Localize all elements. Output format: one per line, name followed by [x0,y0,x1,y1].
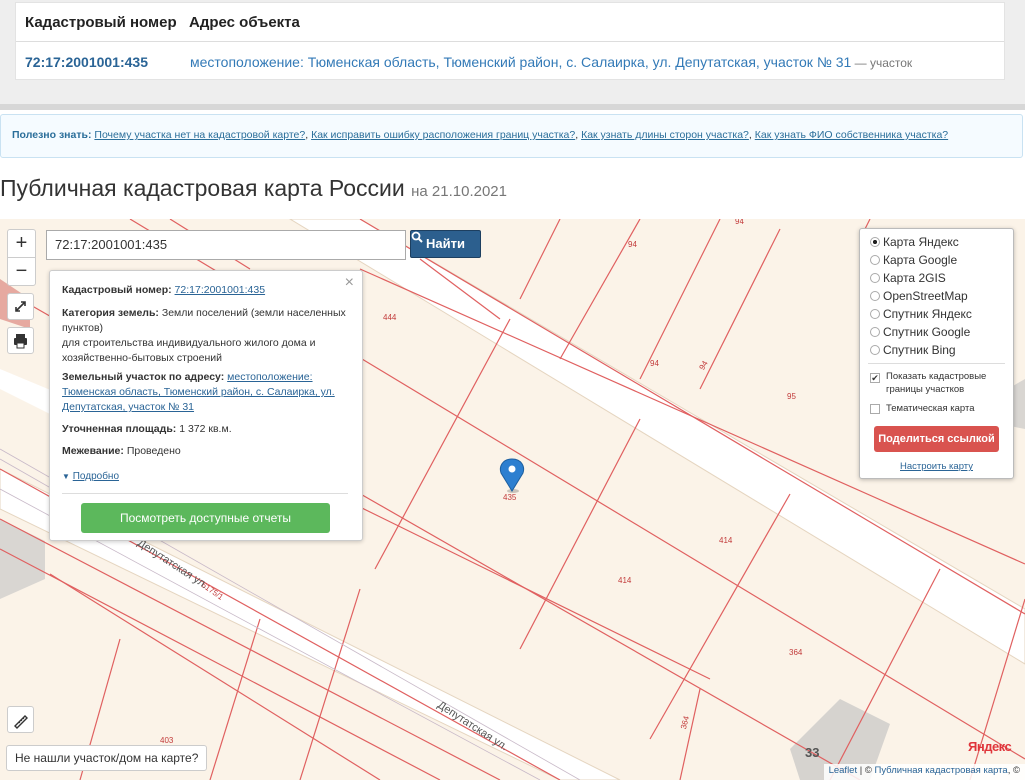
yandex-logo: Яндекс [968,739,1012,754]
popup-area-value: 1 372 кв.м. [179,423,232,435]
faq-link-missing[interactable]: Почему участка нет на кадастровой карте? [94,129,305,141]
map-label-94b: 94 [650,359,659,368]
popup-divider [62,493,348,494]
popup-cad-label: Кадастровый номер: [62,284,172,296]
faq-link-owner[interactable]: Как узнать ФИО собственника участка? [755,129,948,141]
thematic-label: Тематическая карта [886,403,975,414]
share-link-button[interactable]: Поделиться ссылкой [874,426,999,452]
radio-icon[interactable] [870,273,880,283]
map-label-435: 435 [503,493,517,502]
useful-label: Полезно знать: [12,129,92,141]
attribution-tail: , © [1007,765,1020,776]
print-icon [14,334,27,349]
popup-area-row: Уточненная площадь: 1 372 кв.м. [62,422,347,437]
fullscreen-button[interactable] [7,293,34,320]
useful-info-bar: Полезно знать: Почему участка нет на кад… [0,114,1023,158]
caret-down-icon: ▼ [62,472,70,481]
page-title: Публичная кадастровая карта России на 21… [0,175,507,202]
cadastral-number-link[interactable]: 72:17:2001001:435 [25,54,148,70]
zoom-out-button[interactable]: − [7,257,36,286]
object-type: — участок [851,56,913,70]
map-label-414a: 414 [719,536,733,545]
borders-checkbox[interactable]: ✔ [870,373,880,383]
thematic-checkbox[interactable] [870,404,880,414]
popup-address-label: Земельный участок по адресу: [62,371,225,383]
search-button[interactable]: Найти [410,230,481,258]
map-label-403: 403 [160,736,174,745]
header-address: Адрес объекта [189,14,300,31]
popup-cad-row: Кадастровый номер: 72:17:2001001:435 [62,283,347,298]
details-toggle[interactable]: ▼ Подробно [62,469,119,484]
view-reports-button[interactable]: Посмотреть доступные отчеты [81,503,330,533]
attribution-sep: | © [857,765,875,776]
faq-link-side-lengths[interactable]: Как узнать длины сторон участка? [581,129,749,141]
ruler-button[interactable] [7,706,34,733]
layer-label: Карта Google [883,253,958,267]
popup-permitted-use: для строительства индивидуального жилого… [62,337,316,364]
map-canvas[interactable]: 94 94 94 94 95 444 435 414 414 364 364 4… [0,219,1025,780]
layer-label: Спутник Google [883,325,971,339]
radio-icon[interactable] [870,291,880,301]
radio-selected-icon[interactable] [870,237,880,247]
radio-icon[interactable] [870,309,880,319]
search-button-label: Найти [426,236,465,251]
pkk-link[interactable]: Публичная кадастровая карта [875,765,1008,776]
page-title-text: Публичная кадастровая карта России [0,175,405,201]
popup-cad-link[interactable]: 72:17:2001001:435 [175,284,266,296]
separator-strip [0,104,1025,110]
layer-option-osm[interactable]: OpenStreetMap [870,289,968,303]
search-input[interactable]: 72:17:2001001:435 [46,230,406,260]
configure-map-link[interactable]: Настроить карту [860,461,1013,472]
layer-label: OpenStreetMap [883,289,968,303]
popup-survey-value: Проведено [126,445,181,457]
borders-label: Показать кадастровые границы участков [886,371,987,395]
search-icon [411,231,423,243]
popup-survey-label: Межевание: [62,445,124,457]
map-label-444: 444 [383,313,397,322]
map-label-33: 33 [805,745,819,760]
layers-panel: Карта Яндекс Карта Google Карта 2GIS Ope… [859,228,1014,479]
radio-icon[interactable] [870,327,880,337]
results-table: Кадастровый номер Адрес объекта 72:17:20… [15,2,1005,80]
map-label-94c: 94 [735,219,744,226]
page-date: на 21.10.2021 [411,183,507,200]
popup-area-label: Уточненная площадь: [62,423,177,435]
leaflet-link[interactable]: Leaflet [829,765,858,776]
layer-option-yandex-map[interactable]: Карта Яндекс [870,235,959,249]
map-label-364a: 364 [789,648,803,657]
ruler-icon [14,715,28,729]
popup-address-row: Земельный участок по адресу: местоположе… [62,370,347,415]
layers-divider [868,363,1005,364]
header-cadastral-number: Кадастровый номер [25,14,177,31]
layer-option-google-map[interactable]: Карта Google [870,253,957,267]
map-label-414b: 414 [618,576,632,585]
fullscreen-icon [15,301,26,312]
layer-label: Карта 2GIS [883,271,946,285]
map-label-94a: 94 [628,240,637,249]
layer-option-bing-sat[interactable]: Спутник Bing [870,343,956,357]
layer-option-yandex-sat[interactable]: Спутник Яндекс [870,307,972,321]
map-label-95: 95 [787,392,796,401]
layer-label: Спутник Яндекс [883,307,972,321]
radio-icon[interactable] [870,345,880,355]
details-link[interactable]: Подробно [73,471,119,482]
layer-option-2gis-map[interactable]: Карта 2GIS [870,271,946,285]
faq-link-fix-error[interactable]: Как исправить ошибку расположения границ… [311,129,575,141]
zoom-in-button[interactable]: + [7,229,36,258]
table-divider [16,41,1004,42]
address-cell[interactable]: местоположение: Тюменская область, Тюмен… [190,54,912,70]
popup-category-label: Категория земель: [62,307,159,319]
layer-label: Спутник Bing [883,343,956,357]
layer-option-google-sat[interactable]: Спутник Google [870,325,970,339]
print-button[interactable] [7,327,34,354]
address-link[interactable]: местоположение: Тюменская область, Тюмен… [190,54,851,70]
layer-label: Карта Яндекс [883,235,959,249]
radio-icon[interactable] [870,255,880,265]
popup-category-row: Категория земель: Земли поселений (земли… [62,306,347,366]
results-panel: Кадастровый номер Адрес объекта 72:17:20… [0,0,1025,104]
popup-survey-row: Межевание: Проведено [62,444,347,459]
not-found-button[interactable]: Не нашли участок/дом на карте? [6,745,208,771]
parcel-info-popup: × Кадастровый номер: 72:17:2001001:435 К… [49,270,363,541]
map-attribution: Leaflet | © Публичная кадастровая карта,… [823,764,1025,780]
